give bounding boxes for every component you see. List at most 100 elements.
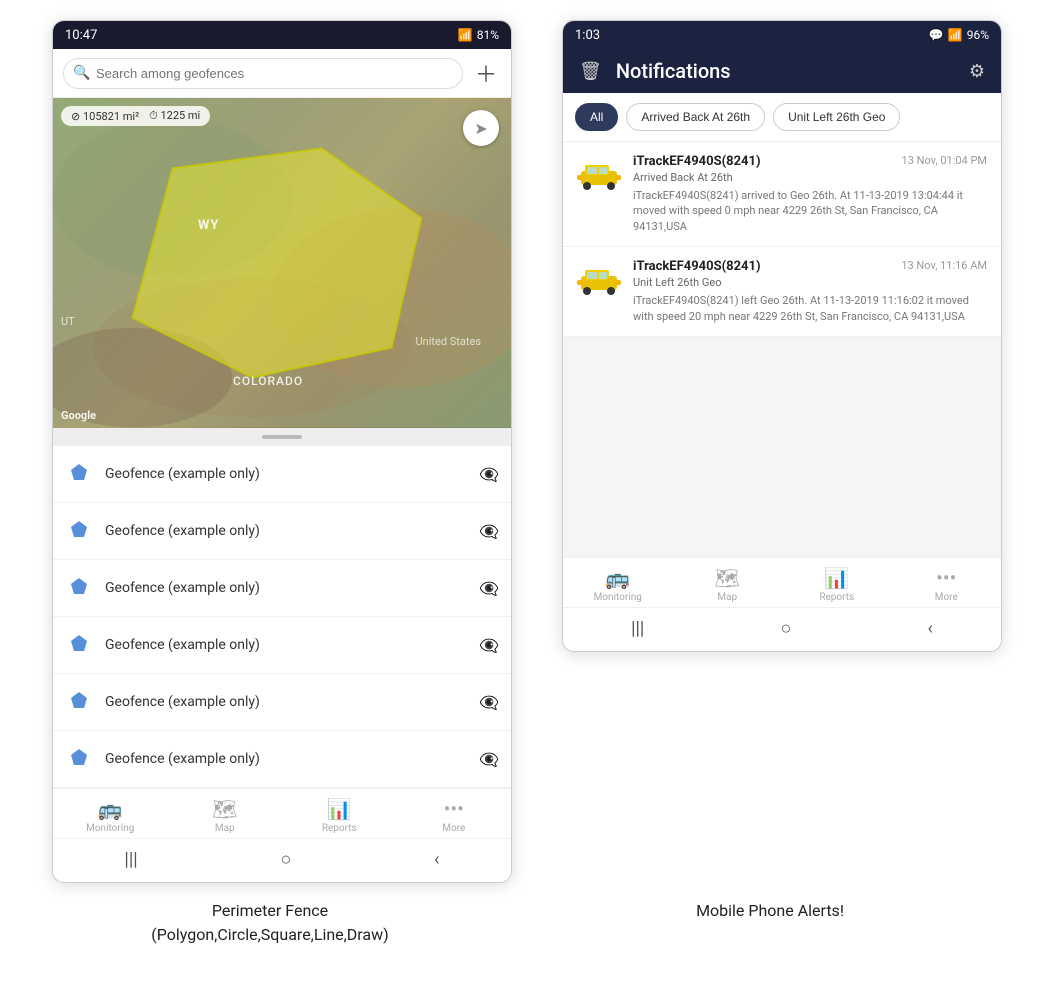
geo-list-item[interactable]: Geofence (example only) 👁️‍🗨️ xyxy=(53,560,511,617)
map-distance-stat: ⏱ 1225 mi xyxy=(149,109,200,123)
map-stats: ⊘ 105821 mi² ⏱ 1225 mi xyxy=(61,106,210,126)
visibility-icon[interactable]: 👁️‍🗨️ xyxy=(479,579,499,598)
filter-tab-arrived-back-at-26th[interactable]: Arrived Back At 26th xyxy=(626,103,765,131)
car-icon xyxy=(577,161,621,191)
add-geofence-button[interactable]: ＋ xyxy=(471,57,501,89)
android-menu-btn-r[interactable]: ||| xyxy=(611,616,664,641)
filter-tabs: All Arrived Back At 26th Unit Left 26th Ge… xyxy=(563,93,1001,142)
nav-icon: 🗺 xyxy=(212,797,237,821)
drag-indicator xyxy=(53,428,511,446)
settings-icon[interactable]: ⚙ xyxy=(969,61,985,82)
nav-label: Monitoring xyxy=(594,592,642,603)
android-home-btn-r[interactable]: ○ xyxy=(760,616,811,641)
nav-item-more[interactable]: ••• More xyxy=(424,797,484,834)
right-time: 1:03 xyxy=(575,28,600,43)
nav-icon: ••• xyxy=(936,566,956,590)
search-icon: 🔍 xyxy=(73,65,90,81)
caption-left: Perimeter Fence (Polygon,Circle,Square,L… xyxy=(40,899,500,947)
nav-item-monitoring[interactable]: 🚌 Monitoring xyxy=(80,797,140,834)
battery-right: 96% xyxy=(967,28,989,42)
geo-shape-icon xyxy=(65,574,93,602)
filter-tab-unit-left-26th-geo[interactable]: Unit Left 26th Geo xyxy=(773,103,900,131)
notif-item-title: iTrackEF4940S(8241) xyxy=(633,154,761,169)
wifi-icon-right: 📶 xyxy=(948,28,963,42)
bottom-nav-left: 🚌 Monitoring 🗺 Map 📊 Reports ••• More xyxy=(53,788,511,838)
map-label-us: United States xyxy=(416,335,481,348)
notif-list: iTrackEF4940S(8241) 13 Nov, 01:04 PM Arr… xyxy=(563,142,1001,337)
nav-icon: 🗺 xyxy=(715,566,740,590)
geo-list-item[interactable]: Geofence (example only) 👁️‍🗨️ xyxy=(53,617,511,674)
right-status-bar: 1:03 💬 📶 96% xyxy=(563,21,1001,49)
delete-icon[interactable]: 🗑 xyxy=(579,61,602,82)
notif-title: Notifications xyxy=(616,59,955,83)
bottom-nav-right: 🚌 Monitoring 🗺 Map 📊 Reports ••• More xyxy=(563,557,1001,607)
geo-item-name: Geofence (example only) xyxy=(105,637,467,653)
geo-list-item[interactable]: Geofence (example only) 👁️‍🗨️ xyxy=(53,731,511,788)
notif-empty-area xyxy=(563,337,1001,557)
android-back-btn-r[interactable]: ‹ xyxy=(907,616,952,641)
notif-item-time: 13 Nov, 11:16 AM xyxy=(901,259,987,272)
filter-tab-all[interactable]: All xyxy=(575,103,618,131)
geo-list-item[interactable]: Geofence (example only) 👁️‍🗨️ xyxy=(53,503,511,560)
geofence-list: Geofence (example only) 👁️‍🗨️ Geofence (… xyxy=(53,446,511,788)
android-back-btn[interactable]: ‹ xyxy=(414,847,459,872)
visibility-icon[interactable]: 👁️‍🗨️ xyxy=(479,522,499,541)
notif-car-icon xyxy=(577,259,621,303)
map-label-ut: UT xyxy=(61,315,75,328)
wifi-icon: 📶 xyxy=(458,28,473,42)
geo-shape-icon xyxy=(65,688,93,716)
google-label: Google xyxy=(61,409,96,422)
search-input[interactable] xyxy=(63,58,463,89)
geo-shape-icon xyxy=(65,745,93,773)
visibility-icon[interactable]: 👁️‍🗨️ xyxy=(479,636,499,655)
nav-item-right-reports[interactable]: 📊 Reports xyxy=(807,566,867,603)
nav-label: Monitoring xyxy=(86,823,134,834)
notif-content: iTrackEF4940S(8241) 13 Nov, 11:16 AM Uni… xyxy=(633,259,987,324)
nav-item-reports[interactable]: 📊 Reports xyxy=(309,797,369,834)
geo-shape-icon xyxy=(65,631,93,659)
nav-label: Reports xyxy=(322,823,357,834)
notif-item-body: iTrackEF4940S(8241) arrived to Geo 26th.… xyxy=(633,188,987,234)
map-area[interactable]: ⊘ 105821 mi² ⏱ 1225 mi WY COLORADO Unite… xyxy=(53,98,511,428)
nav-icon: 📊 xyxy=(824,566,849,590)
android-home-btn[interactable]: ○ xyxy=(260,847,311,872)
notif-car-icon xyxy=(577,154,621,198)
notif-item[interactable]: iTrackEF4940S(8241) 13 Nov, 11:16 AM Uni… xyxy=(563,247,1001,337)
nav-item-map[interactable]: 🗺 Map xyxy=(195,797,255,834)
map-area-stat: ⊘ 105821 mi² xyxy=(71,110,139,123)
nav-icon: 📊 xyxy=(327,797,352,821)
android-nav-right: ||| ○ ‹ xyxy=(563,607,1001,651)
nav-item-right-monitoring[interactable]: 🚌 Monitoring xyxy=(588,566,648,603)
android-menu-btn[interactable]: ||| xyxy=(104,847,157,872)
map-label-colorado: COLORADO xyxy=(233,374,303,388)
nav-item-right-map[interactable]: 🗺 Map xyxy=(697,566,757,603)
nav-icon: 🚌 xyxy=(98,797,123,821)
right-phone: 1:03 💬 📶 96% 🗑 Notifications ⚙ All Arrive… xyxy=(562,20,1002,652)
visibility-icon[interactable]: 👁️‍🗨️ xyxy=(479,693,499,712)
notif-item-body: iTrackEF4940S(8241) left Geo 26th. At 11… xyxy=(633,293,987,324)
visibility-icon[interactable]: 👁️‍🗨️ xyxy=(479,750,499,769)
left-phone: 10:47 📶 81% 🔍 ＋ xyxy=(52,20,512,883)
nav-icon: 🚌 xyxy=(605,566,630,590)
nav-label: Map xyxy=(717,592,737,603)
nav-label: Reports xyxy=(819,592,854,603)
geo-item-name: Geofence (example only) xyxy=(105,751,467,767)
notif-item-subtitle: Arrived Back At 26th xyxy=(633,171,987,184)
geo-list-item[interactable]: Geofence (example only) 👁️‍🗨️ xyxy=(53,446,511,503)
compass-button[interactable]: ➤ xyxy=(463,110,499,146)
geo-item-name: Geofence (example only) xyxy=(105,694,467,710)
notif-header: 🗑 Notifications ⚙ xyxy=(563,49,1001,93)
geo-item-name: Geofence (example only) xyxy=(105,580,467,596)
geo-search-bar: 🔍 ＋ xyxy=(53,49,511,98)
geo-shape-icon xyxy=(65,460,93,488)
notif-item[interactable]: iTrackEF4940S(8241) 13 Nov, 01:04 PM Arr… xyxy=(563,142,1001,247)
chat-icon: 💬 xyxy=(929,28,944,42)
android-nav-left: ||| ○ ‹ xyxy=(53,838,511,882)
nav-label: More xyxy=(442,823,465,834)
nav-label: More xyxy=(935,592,958,603)
notif-item-subtitle: Unit Left 26th Geo xyxy=(633,276,987,289)
nav-item-right-more[interactable]: ••• More xyxy=(916,566,976,603)
geo-list-item[interactable]: Geofence (example only) 👁️‍🗨️ xyxy=(53,674,511,731)
battery-left: 81% xyxy=(477,28,499,42)
visibility-icon[interactable]: 👁️‍🗨️ xyxy=(479,465,499,484)
